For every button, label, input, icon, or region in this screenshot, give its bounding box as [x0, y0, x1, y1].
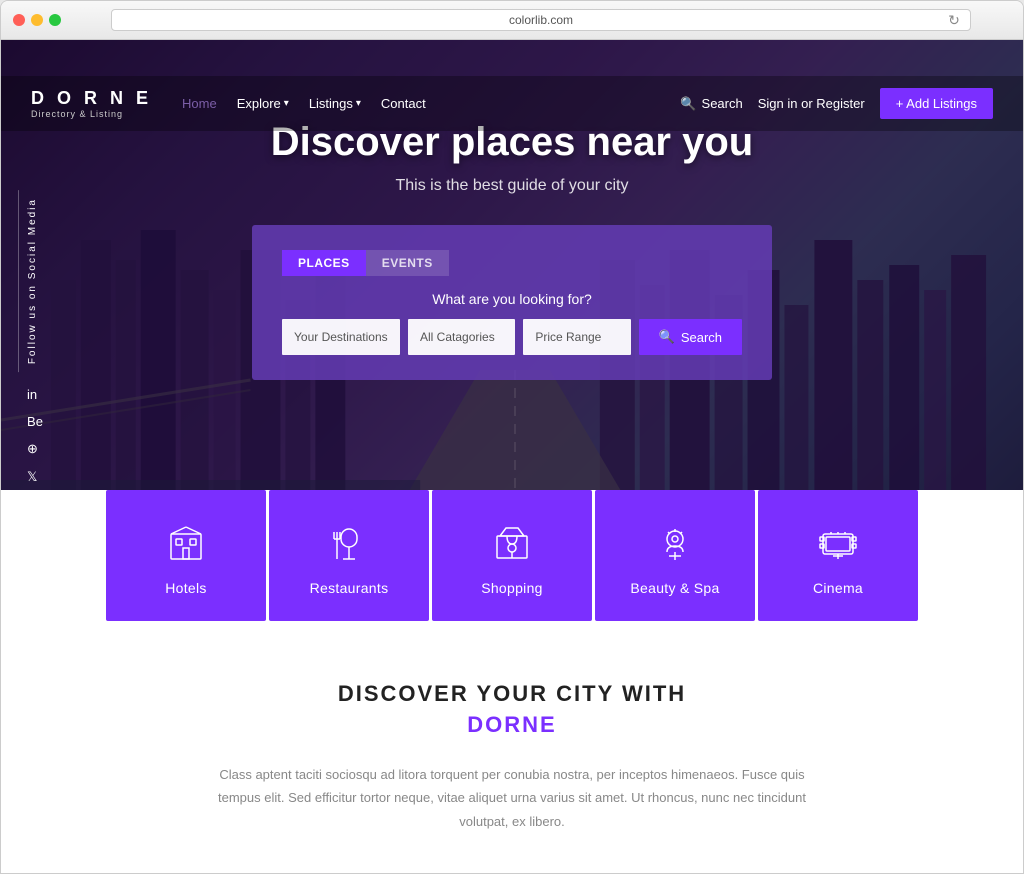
discover-description: Class aptent taciti sociosqu ad litora t…: [212, 763, 812, 833]
discover-section: DISCOVER YOUR CITY WITH DORNE Class apte…: [1, 621, 1023, 873]
hotel-svg: [166, 524, 206, 564]
social-sidebar: Follow us on Social Media in Be ⊕ 𝕏 f: [1, 190, 54, 512]
cinema-svg: [818, 524, 858, 564]
hero-content: Discover places near you This is the bes…: [1, 120, 1023, 380]
refresh-icon[interactable]: ↻: [946, 12, 962, 28]
brand-name: D O R N E: [31, 88, 152, 109]
categories-row: Hotels: [1, 490, 1023, 621]
restaurants-label: Restaurants: [310, 580, 389, 596]
destination-select[interactable]: Your Destinations: [282, 319, 400, 355]
beauty-label: Beauty & Spa: [630, 580, 719, 596]
brand-logo: D O R N E Directory & Listing: [31, 88, 152, 119]
category-hotels[interactable]: Hotels: [106, 490, 266, 621]
nav-right: 🔍 Search Sign in or Register + Add Listi…: [680, 88, 993, 119]
social-icons-list: in Be ⊕ 𝕏 f: [12, 387, 43, 512]
search-tabs: PLACES EVENTS: [282, 250, 742, 276]
search-fields: Your Destinations All Catagories Price R…: [282, 319, 742, 355]
address-bar[interactable]: colorlib.com ↻: [111, 9, 971, 31]
nav-home[interactable]: Home: [182, 96, 217, 111]
beauty-svg: [655, 524, 695, 564]
google-icon[interactable]: ⊕: [27, 441, 43, 457]
linkedin-icon[interactable]: in: [27, 387, 43, 402]
search-submit-button[interactable]: 🔍 Search: [639, 319, 742, 355]
cinema-icon: [814, 520, 862, 568]
shopping-svg: [492, 524, 532, 564]
window-controls: [13, 14, 61, 26]
nav-contact[interactable]: Contact: [381, 96, 426, 111]
events-tab[interactable]: EVENTS: [366, 250, 449, 276]
category-shopping[interactable]: Shopping: [432, 490, 592, 621]
categories-section: Hotels: [1, 490, 1023, 621]
places-tab[interactable]: PLACES: [282, 250, 366, 276]
search-icon: 🔍: [680, 96, 696, 112]
hotels-icon: [162, 520, 210, 568]
behance-icon[interactable]: Be: [27, 414, 43, 429]
search-container: PLACES EVENTS What are you looking for? …: [252, 225, 772, 380]
restaurant-svg: [329, 524, 369, 564]
browser-titlebar: colorlib.com ↻: [1, 1, 1023, 40]
minimize-button[interactable]: [31, 14, 43, 26]
hero-subtitle: This is the best guide of your city: [21, 177, 1003, 195]
discover-title: DISCOVER YOUR CITY WITH: [31, 681, 993, 707]
navbar: D O R N E Directory & Listing Home Explo…: [1, 76, 1023, 131]
nav-links: Home Explore ▾ Listings ▾ Contact: [182, 96, 680, 111]
hotels-label: Hotels: [165, 580, 206, 596]
categories-select[interactable]: All Catagories: [408, 319, 515, 355]
signin-register-button[interactable]: Sign in or Register: [758, 96, 865, 111]
search-submit-icon: 🔍: [659, 329, 675, 345]
maximize-button[interactable]: [49, 14, 61, 26]
page-content: Follow us on Social Media in Be ⊕ 𝕏 f D …: [1, 40, 1023, 873]
browser-window: colorlib.com ↻: [0, 0, 1024, 874]
category-cinema[interactable]: Cinema: [758, 490, 918, 621]
explore-chevron: ▾: [284, 98, 289, 109]
discover-brand: DORNE: [31, 712, 993, 738]
add-listing-button[interactable]: + Add Listings: [880, 88, 993, 119]
category-restaurants[interactable]: Restaurants: [269, 490, 429, 621]
social-label: Follow us on Social Media: [18, 190, 38, 372]
nav-explore[interactable]: Explore ▾: [237, 96, 289, 111]
restaurants-icon: [325, 520, 373, 568]
facebook-icon[interactable]: f: [27, 497, 43, 512]
brand-tagline: Directory & Listing: [31, 109, 152, 119]
cinema-label: Cinema: [813, 580, 863, 596]
close-button[interactable]: [13, 14, 25, 26]
search-button[interactable]: 🔍 Search: [680, 96, 742, 112]
price-select[interactable]: Price Range: [523, 319, 630, 355]
shopping-icon: [488, 520, 536, 568]
url-text: colorlib.com: [509, 13, 573, 27]
shopping-label: Shopping: [481, 580, 543, 596]
listings-chevron: ▾: [356, 98, 361, 109]
search-question: What are you looking for?: [282, 291, 742, 307]
beauty-icon: [651, 520, 699, 568]
nav-listings[interactable]: Listings ▾: [309, 96, 361, 111]
category-beauty[interactable]: Beauty & Spa: [595, 490, 755, 621]
hero-section: Follow us on Social Media in Be ⊕ 𝕏 f D …: [1, 40, 1023, 540]
twitter-icon[interactable]: 𝕏: [27, 469, 43, 485]
